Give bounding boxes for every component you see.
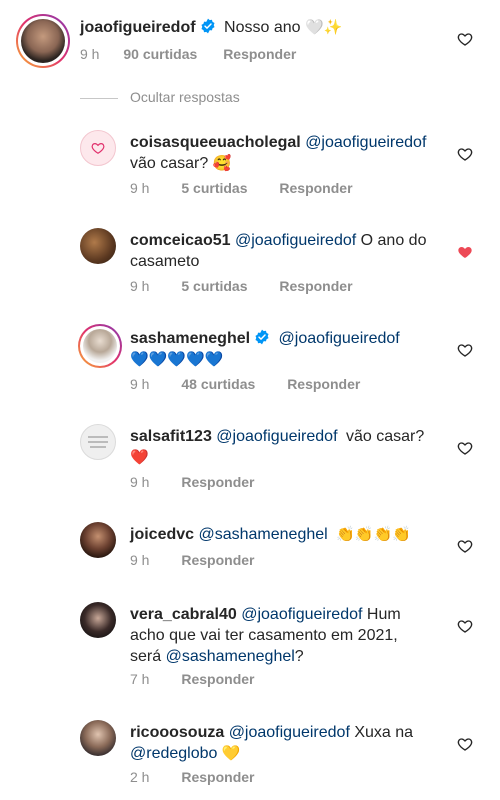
comment-text: joaofigueiredof Nosso ano 🤍✨ — [80, 17, 460, 38]
timestamp: 9 h — [80, 46, 100, 62]
username[interactable]: ricooosouza — [130, 724, 224, 741]
username[interactable]: comceicao51 — [130, 232, 231, 249]
comment-text: vera_cabral40 @joaofigueiredof Hum acho … — [130, 604, 440, 667]
heart-outline-icon[interactable] — [457, 736, 473, 752]
comment-body: Hum — [366, 606, 401, 623]
timestamp: 2 h — [130, 769, 150, 785]
timestamp: 9 h — [130, 474, 150, 490]
comment-text: joicedvc @sashameneghel 👏👏👏👏 — [130, 524, 450, 545]
likes-count[interactable]: 5 curtidas — [181, 278, 247, 294]
avatar[interactable] — [80, 424, 116, 460]
likes-count[interactable]: 5 curtidas — [181, 180, 247, 196]
reply-item: vera_cabral40 @joaofigueiredof Hum acho … — [0, 597, 500, 697]
heart-outline-icon[interactable] — [457, 146, 473, 162]
reply-item: joicedvc @sashameneghel 👏👏👏👏 9 h Respond… — [0, 517, 500, 577]
verified-badge-icon — [254, 329, 270, 345]
avatar[interactable] — [80, 522, 116, 558]
avatar[interactable] — [16, 14, 70, 68]
mention-2[interactable]: @sashameneghel — [166, 648, 295, 665]
likes-count[interactable]: 48 curtidas — [181, 376, 255, 392]
comment-text: comceicao51 @joaofigueiredof O ano do ca… — [130, 230, 440, 272]
comment-meta: 9 h 5 curtidas Responder — [130, 180, 353, 196]
reply-item: comceicao51 @joaofigueiredof O ano do ca… — [0, 223, 500, 303]
comment-meta: 9 h 48 curtidas Responder — [130, 376, 360, 392]
mention[interactable]: @joaofigueiredof — [279, 330, 400, 347]
comment-meta: 9 h Responder — [130, 474, 254, 490]
username[interactable]: sashameneghel — [130, 330, 250, 347]
mention[interactable]: @joaofigueiredof — [305, 134, 426, 151]
comment-body: vão casar? — [345, 428, 425, 445]
avatar[interactable] — [80, 602, 116, 638]
comment-body: Nosso ano — [224, 19, 301, 36]
comment-emojis: 👏👏👏👏 — [336, 525, 411, 543]
heart-outline-icon[interactable] — [457, 31, 473, 47]
username[interactable]: salsafit123 — [130, 428, 212, 445]
comment-emoji: 🥰 — [212, 154, 232, 172]
comment-text: salsafit123 @joaofigueiredof vão casar? … — [130, 426, 430, 468]
timestamp: 9 h — [130, 552, 150, 568]
mention[interactable]: @joaofigueiredof — [216, 428, 337, 445]
heart-logo-icon — [91, 143, 105, 154]
reply-button[interactable]: Responder — [181, 552, 254, 568]
comment-meta: 2 h Responder — [130, 769, 254, 785]
timestamp: 9 h — [130, 376, 150, 392]
reply-item: sashameneghel @joaofigueiredof 💙💙💙💙💙 9 h… — [0, 321, 500, 401]
comment-body: vão casar? — [130, 155, 209, 172]
timestamp: 7 h — [130, 671, 150, 687]
comment-text: coisasqueeuacholegal @joaofigueiredof vã… — [130, 132, 450, 174]
reply-button[interactable]: Responder — [181, 671, 254, 687]
mention[interactable]: @joaofigueiredof — [241, 606, 362, 623]
mention[interactable]: @joaofigueiredof — [235, 232, 356, 249]
avatar[interactable] — [78, 324, 122, 368]
avatar[interactable] — [80, 228, 116, 264]
main-comment: joaofigueiredof Nosso ano 🤍✨ 9 h 90 curt… — [0, 0, 500, 80]
comment-body-4: ? — [294, 648, 304, 665]
comment-body-3: será — [130, 648, 162, 665]
mention-2[interactable]: @redeglobo — [130, 745, 217, 762]
divider — [80, 98, 118, 99]
comment-meta: 9 h Responder — [130, 552, 254, 568]
comment-body-2: acho que vai ter casamento em 2021, — [130, 627, 398, 644]
comment-meta: 7 h Responder — [130, 671, 254, 687]
avatar[interactable] — [80, 720, 116, 756]
username[interactable]: joicedvc — [130, 526, 194, 543]
heart-outline-icon[interactable] — [457, 440, 473, 456]
comment-emoji: 💛 — [221, 744, 241, 762]
likes-count[interactable]: 90 curtidas — [123, 46, 197, 62]
reply-item: coisasqueeuacholegal @joaofigueiredof vã… — [0, 125, 500, 205]
username[interactable]: joaofigueiredof — [80, 19, 196, 36]
heart-filled-icon[interactable] — [457, 244, 473, 260]
heart-outline-icon[interactable] — [457, 618, 473, 634]
reply-item: salsafit123 @joaofigueiredof vão casar? … — [0, 419, 500, 499]
heart-outline-icon[interactable] — [457, 538, 473, 554]
hide-replies-label: Ocultar respostas — [130, 89, 240, 105]
reply-button[interactable]: Responder — [181, 769, 254, 785]
username[interactable]: vera_cabral40 — [130, 606, 237, 623]
timestamp: 9 h — [130, 180, 150, 196]
comment-text: sashameneghel @joaofigueiredof 💙💙💙💙💙 — [130, 328, 450, 370]
reply-button[interactable]: Responder — [181, 474, 254, 490]
reply-item: ricooosouza @joaofigueiredof Xuxa na @re… — [0, 715, 500, 795]
comment-meta: 9 h 5 curtidas Responder — [130, 278, 353, 294]
comment-body: Xuxa na — [354, 724, 414, 741]
reply-button[interactable]: Responder — [279, 278, 352, 294]
comment-meta: 9 h 90 curtidas Responder — [80, 46, 296, 62]
username[interactable]: coisasqueeuacholegal — [130, 134, 301, 151]
mention[interactable]: @joaofigueiredof — [229, 724, 350, 741]
comment-emojis: 💙💙💙💙💙 — [130, 350, 224, 368]
mention[interactable]: @sashameneghel — [198, 526, 327, 543]
heart-outline-icon[interactable] — [457, 342, 473, 358]
timestamp: 9 h — [130, 278, 150, 294]
verified-badge-icon — [200, 18, 216, 34]
comment-text: ricooosouza @joaofigueiredof Xuxa na @re… — [130, 722, 440, 764]
comment-emoji: ❤️ — [130, 448, 149, 466]
comment-emojis: 🤍✨ — [304, 18, 343, 36]
reply-button[interactable]: Responder — [223, 46, 296, 62]
avatar[interactable] — [80, 130, 116, 166]
reply-button[interactable]: Responder — [279, 180, 352, 196]
reply-button[interactable]: Responder — [287, 376, 360, 392]
